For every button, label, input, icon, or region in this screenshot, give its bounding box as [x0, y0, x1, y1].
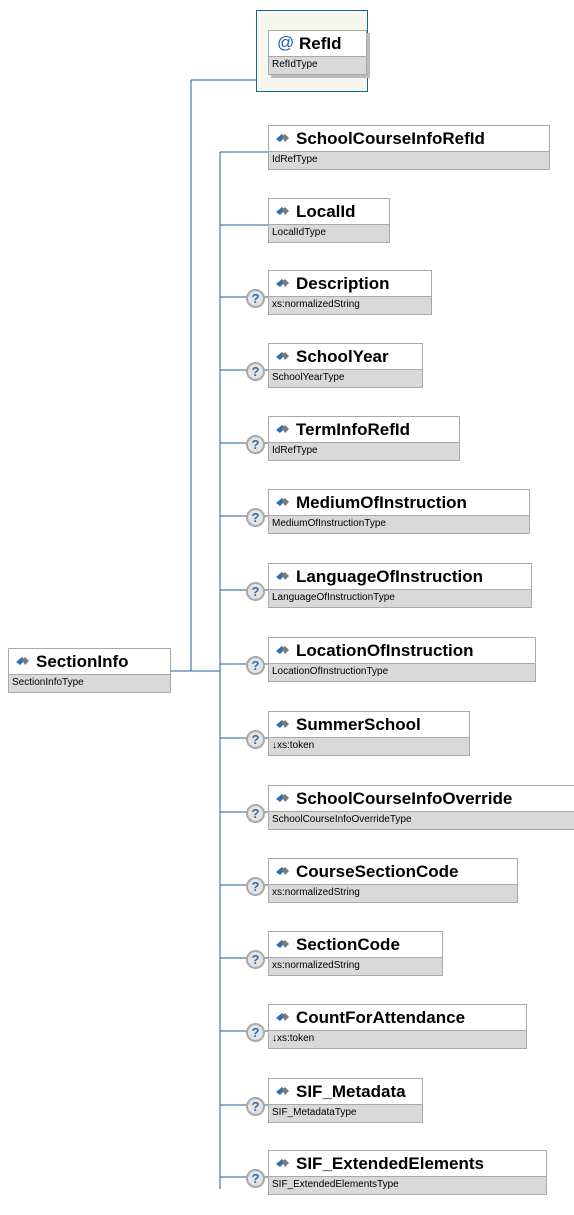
element-name-box: Description [268, 270, 432, 297]
element-icon [276, 207, 289, 215]
element-icon [276, 1087, 289, 1095]
element-icon [276, 720, 289, 728]
at-sign-icon: @ [277, 33, 295, 52]
element-name-box: MediumOfInstruction [268, 489, 530, 516]
element-icon [276, 572, 289, 580]
element-name: SchoolCourseInfoRefId [296, 129, 485, 148]
element-type: ↓xs:token [268, 738, 470, 756]
element-icon [276, 425, 289, 433]
element-type: SIF_ExtendedElementsType [268, 1177, 547, 1195]
element-icon [276, 1159, 289, 1167]
element-name-box: SectionCode [268, 931, 443, 958]
element-name-box: SchoolYear [268, 343, 423, 370]
element-terminforefid[interactable]: TermInfoRefId IdRefType [268, 416, 460, 461]
element-name-box: LocalId [268, 198, 390, 225]
element-icon [276, 646, 289, 654]
element-type: xs:normalizedString [268, 297, 432, 315]
root-name: SectionInfo [36, 652, 129, 671]
element-name: MediumOfInstruction [296, 493, 467, 512]
optional-question-icon: ? [246, 730, 265, 749]
element-icon [276, 498, 289, 506]
element-description[interactable]: Description xs:normalizedString [268, 270, 432, 315]
attribute-type: RefIdType [268, 57, 367, 75]
element-name-box: LanguageOfInstruction [268, 563, 532, 590]
element-type: IdRefType [268, 152, 550, 170]
element-name-box: SchoolCourseInfoRefId [268, 125, 550, 152]
optional-question-icon: ? [246, 582, 265, 601]
root-name-box: SectionInfo [8, 648, 171, 675]
element-type: SIF_MetadataType [268, 1105, 423, 1123]
optional-question-icon: ? [246, 1169, 265, 1188]
element-icon [276, 134, 289, 142]
optional-question-icon: ? [246, 289, 265, 308]
element-name-box: SummerSchool [268, 711, 470, 738]
element-name-box: SIF_Metadata [268, 1078, 423, 1105]
root-element-sectioninfo[interactable]: SectionInfo SectionInfoType [8, 648, 171, 693]
optional-question-icon: ? [246, 362, 265, 381]
element-type: ↓xs:token [268, 1031, 527, 1049]
optional-question-icon: ? [246, 1023, 265, 1042]
element-icon [276, 794, 289, 802]
element-schoolcourseinfooverride[interactable]: SchoolCourseInfoOverride SchoolCourseInfo… [268, 785, 574, 830]
element-sif-extendedelements[interactable]: SIF_ExtendedElements SIF_ExtendedElements… [268, 1150, 547, 1195]
attribute-name-box: @ RefId [268, 30, 367, 57]
element-name-box: SchoolCourseInfoOverride [268, 785, 574, 812]
element-name: LocalId [296, 202, 356, 221]
element-type: SchoolCourseInfoOverrideType [268, 812, 574, 830]
optional-question-icon: ? [246, 1097, 265, 1116]
optional-question-icon: ? [246, 656, 265, 675]
element-locationofinstruction[interactable]: LocationOfInstruction LocationOfInstructi… [268, 637, 536, 682]
attribute-name: RefId [299, 34, 342, 53]
root-type: SectionInfoType [8, 675, 171, 693]
element-mediumofinstruction[interactable]: MediumOfInstruction MediumOfInstructionTy… [268, 489, 530, 534]
element-name: SummerSchool [296, 715, 421, 734]
optional-question-icon: ? [246, 950, 265, 969]
element-sectioncode[interactable]: SectionCode xs:normalizedString [268, 931, 443, 976]
element-name: CourseSectionCode [296, 862, 459, 881]
optional-question-icon: ? [246, 508, 265, 527]
element-name-box: SIF_ExtendedElements [268, 1150, 547, 1177]
element-coursesectioncode[interactable]: CourseSectionCode xs:normalizedString [268, 858, 518, 903]
element-icon [276, 1013, 289, 1021]
element-type: xs:normalizedString [268, 958, 443, 976]
element-name: LocationOfInstruction [296, 641, 474, 660]
element-name-box: LocationOfInstruction [268, 637, 536, 664]
element-languageofinstruction[interactable]: LanguageOfInstruction LanguageOfInstructi… [268, 563, 532, 608]
element-name: LanguageOfInstruction [296, 567, 483, 586]
element-name: SIF_Metadata [296, 1082, 406, 1101]
element-name: TermInfoRefId [296, 420, 410, 439]
element-icon [276, 352, 289, 360]
optional-question-icon: ? [246, 435, 265, 454]
element-name: SchoolCourseInfoOverride [296, 789, 513, 808]
element-localid[interactable]: LocalId LocalIdType [268, 198, 390, 243]
element-name-box: TermInfoRefId [268, 416, 460, 443]
element-icon [276, 279, 289, 287]
element-name-box: CourseSectionCode [268, 858, 518, 885]
element-type: xs:normalizedString [268, 885, 518, 903]
element-sif-metadata[interactable]: SIF_Metadata SIF_MetadataType [268, 1078, 423, 1123]
optional-question-icon: ? [246, 877, 265, 896]
element-name-box: CountForAttendance [268, 1004, 527, 1031]
element-type: IdRefType [268, 443, 460, 461]
optional-question-icon: ? [246, 804, 265, 823]
element-name: SIF_ExtendedElements [296, 1154, 485, 1173]
element-schoolyear[interactable]: SchoolYear SchoolYearType [268, 343, 423, 388]
element-name: Description [296, 274, 390, 293]
element-icon [276, 867, 289, 875]
element-type: LocalIdType [268, 225, 390, 243]
element-name: SectionCode [296, 935, 400, 954]
element-countforattendance[interactable]: CountForAttendance ↓xs:token [268, 1004, 527, 1049]
element-name: CountForAttendance [296, 1008, 466, 1027]
element-type: MediumOfInstructionType [268, 516, 530, 534]
element-type: LocationOfInstructionType [268, 664, 536, 682]
element-type: LanguageOfInstructionType [268, 590, 532, 608]
element-name: SchoolYear [296, 347, 389, 366]
element-type: SchoolYearType [268, 370, 423, 388]
element-summerschool[interactable]: SummerSchool ↓xs:token [268, 711, 470, 756]
element-icon [276, 940, 289, 948]
element-icon [16, 657, 29, 665]
element-schoolcourseinforefid[interactable]: SchoolCourseInfoRefId IdRefType [268, 125, 550, 170]
attribute-refid[interactable]: @ RefId RefIdType [268, 30, 370, 78]
